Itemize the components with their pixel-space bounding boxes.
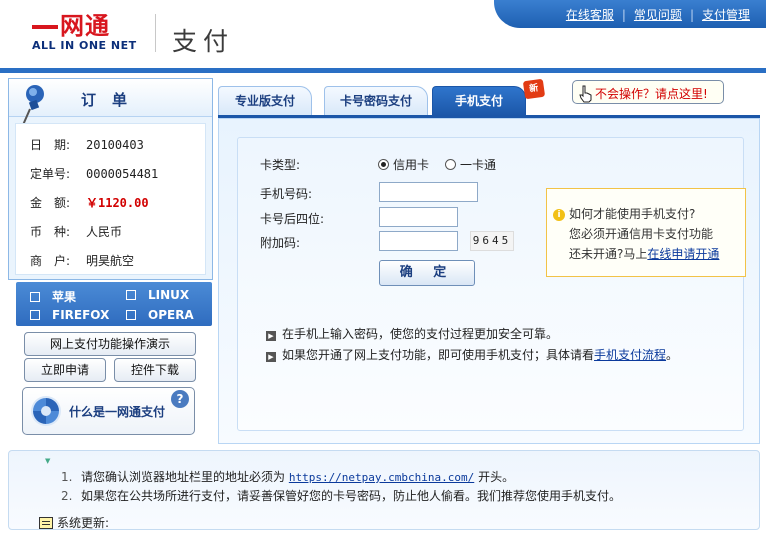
info-line: 您必须开通信用卡支付功能 <box>569 227 714 241</box>
tips-panel: ▼ 1. 请您确认浏览器地址栏里的地址必须为 https://netpay.cmb… <box>8 450 760 530</box>
radio-credit-card[interactable]: 信用卡 <box>378 156 429 173</box>
info-icon: i <box>553 209 565 221</box>
order-row-currency: 币 种: 人民币 <box>30 223 122 240</box>
info-line: 还未开通?马上在线申请开通 <box>569 247 720 261</box>
order-title: 订单 <box>81 91 144 109</box>
arrow-right-icon: ▶ <box>266 352 276 362</box>
extra-code-label: 附加码: <box>260 236 301 250</box>
radio-one-card[interactable]: 一卡通 <box>445 156 496 173</box>
order-value: 20100403 <box>86 138 144 152</box>
captcha-image: 9645 <box>470 231 514 251</box>
checkbox-icon <box>30 292 40 302</box>
card-last4-input[interactable] <box>379 207 458 227</box>
mobile-payment-info: i 如何才能使用手机支付? 您必须开通信用卡支付功能 还未开通?马上在线申请开通 <box>546 188 746 277</box>
new-badge: 新 <box>522 78 546 100</box>
info-line: 如何才能使用手机支付? <box>569 207 696 221</box>
tab-mobile-payment[interactable]: 手机支付 <box>432 86 526 116</box>
checkbox-icon <box>30 310 40 320</box>
radio-unselected-icon <box>445 159 456 170</box>
order-value: 人民币 <box>86 225 123 239</box>
help-link-text: 不会操作？请点这里! <box>595 87 708 101</box>
tab-professional-payment[interactable]: 专业版支付 <box>218 86 312 116</box>
tip-item: 1. 请您确认浏览器地址栏里的地址必须为 https://netpay.cmbch… <box>61 470 515 484</box>
checkbox-icon <box>126 290 136 300</box>
order-row-amount: 金 额: ￥1120.00 <box>30 194 149 211</box>
order-label: 金 额: <box>30 196 71 210</box>
payment-panel: 卡类型: 信用卡 一卡通 手机号码: 卡号后四位: 附加码: 9645 确 定 … <box>218 118 760 444</box>
netpay-url-link[interactable]: https://netpay.cmbchina.com/ <box>289 471 474 484</box>
browser-opera[interactable]: OPERA <box>126 308 194 322</box>
order-amount-value: ￥1120.00 <box>86 196 149 210</box>
browser-linux[interactable]: LINUX <box>126 288 189 302</box>
order-row-merchant: 商 户: 明昊航空 <box>30 252 134 269</box>
checkbox-icon <box>126 310 136 320</box>
order-row-number: 定单号: 0000054481 <box>30 165 158 182</box>
demo-button[interactable]: 网上支付功能操作演示 <box>24 332 196 356</box>
apply-now-button[interactable]: 立即申请 <box>24 358 106 382</box>
order-label: 币 种: <box>30 225 71 239</box>
browser-support-panel: 苹果 LINUX FIREFOX OPERA <box>16 282 212 326</box>
system-update-label: 系统更新: <box>57 516 110 530</box>
logo-cn-text: 网通 <box>60 12 110 40</box>
nav-online-service[interactable]: 在线客服 <box>566 8 614 22</box>
order-value: 明昊航空 <box>86 254 135 268</box>
browser-firefox[interactable]: FIREFOX <box>30 308 109 322</box>
card-last4-label: 卡号后四位: <box>260 212 325 226</box>
what-is-netpay-label: 什么是一网通支付 <box>69 405 166 419</box>
arrow-right-icon: ▶ <box>266 331 276 341</box>
phone-input[interactable] <box>379 182 478 202</box>
notepad-icon <box>39 517 53 529</box>
browser-apple[interactable]: 苹果 <box>30 288 76 305</box>
main-panel: 专业版支付 卡号密码支付 手机支付 新 不会操作？请点这里! 卡类型: 信用卡 … <box>218 78 760 444</box>
tab-card-password-payment[interactable]: 卡号密码支付 <box>324 86 428 116</box>
bullet-icon: ▼ <box>45 457 51 465</box>
card-type-label: 卡类型: <box>260 158 301 172</box>
note-item: ▶ 在手机上输入密码，使您的支付过程更加安全可靠。 <box>266 325 558 342</box>
help-link-button[interactable]: 不会操作？请点这里! <box>572 80 724 104</box>
pushpin-icon <box>22 85 44 126</box>
what-is-netpay-button[interactable]: 什么是一网通支付 ? <box>22 387 195 435</box>
page-header: 网通 ALL IN ONE NET 支付 在线客服 | 常见问题 | 支付管理 <box>0 0 766 73</box>
phone-label: 手机号码: <box>260 187 313 201</box>
question-icon: ? <box>171 390 189 408</box>
tip-item: 2. 如果您在公共场所进行支付，请妥善保管好您的卡号密码，防止他人偷看。我们推荐您… <box>61 489 622 503</box>
order-details: 日 期: 20100403 定单号: 0000054481 金 额: ￥1120.00… <box>15 123 206 275</box>
radio-selected-icon <box>378 159 389 170</box>
order-header: 订单 <box>9 79 212 126</box>
system-update-row: 系统更新: <box>39 514 109 531</box>
page-title: 支付 <box>172 27 235 56</box>
order-label: 定单号: <box>30 167 71 181</box>
mobile-payment-flow-link[interactable]: 手机支付流程 <box>594 348 666 362</box>
order-row-date: 日 期: 20100403 <box>30 136 144 153</box>
order-label: 日 期: <box>30 138 71 152</box>
order-value: 0000054481 <box>86 167 159 181</box>
order-panel: 订单 日 期: 20100403 定单号: 0000054481 金 额: ￥1120… <box>8 78 213 280</box>
top-nav: 在线客服 | 常见问题 | 支付管理 <box>494 0 766 28</box>
swirl-logo-icon <box>31 396 61 426</box>
nav-payment-management[interactable]: 支付管理 <box>702 8 750 22</box>
mobile-payment-form: 卡类型: 信用卡 一卡通 手机号码: 卡号后四位: 附加码: 9645 确 定 … <box>237 137 746 431</box>
nav-faq[interactable]: 常见问题 <box>634 8 682 22</box>
sidebar: 订单 日 期: 20100403 定单号: 0000054481 金 额: ￥1120… <box>8 78 213 444</box>
cmb-logo: 网通 ALL IN ONE NET <box>10 6 145 58</box>
logo-bar <box>32 25 58 29</box>
note-item: ▶ 如果您开通了网上支付功能，即可使用手机支付；具体请看手机支付流程。 <box>266 346 678 363</box>
apply-online-link[interactable]: 在线申请开通 <box>647 247 719 261</box>
header-divider <box>155 14 156 52</box>
confirm-button[interactable]: 确 定 <box>379 260 475 286</box>
extra-code-input[interactable] <box>379 231 458 251</box>
logo-en-text: ALL IN ONE NET <box>32 39 137 52</box>
header-bottom-bar <box>0 68 766 73</box>
hand-cursor-icon <box>579 85 592 103</box>
control-download-button[interactable]: 控件下载 <box>114 358 196 382</box>
order-label: 商 户: <box>30 254 71 268</box>
